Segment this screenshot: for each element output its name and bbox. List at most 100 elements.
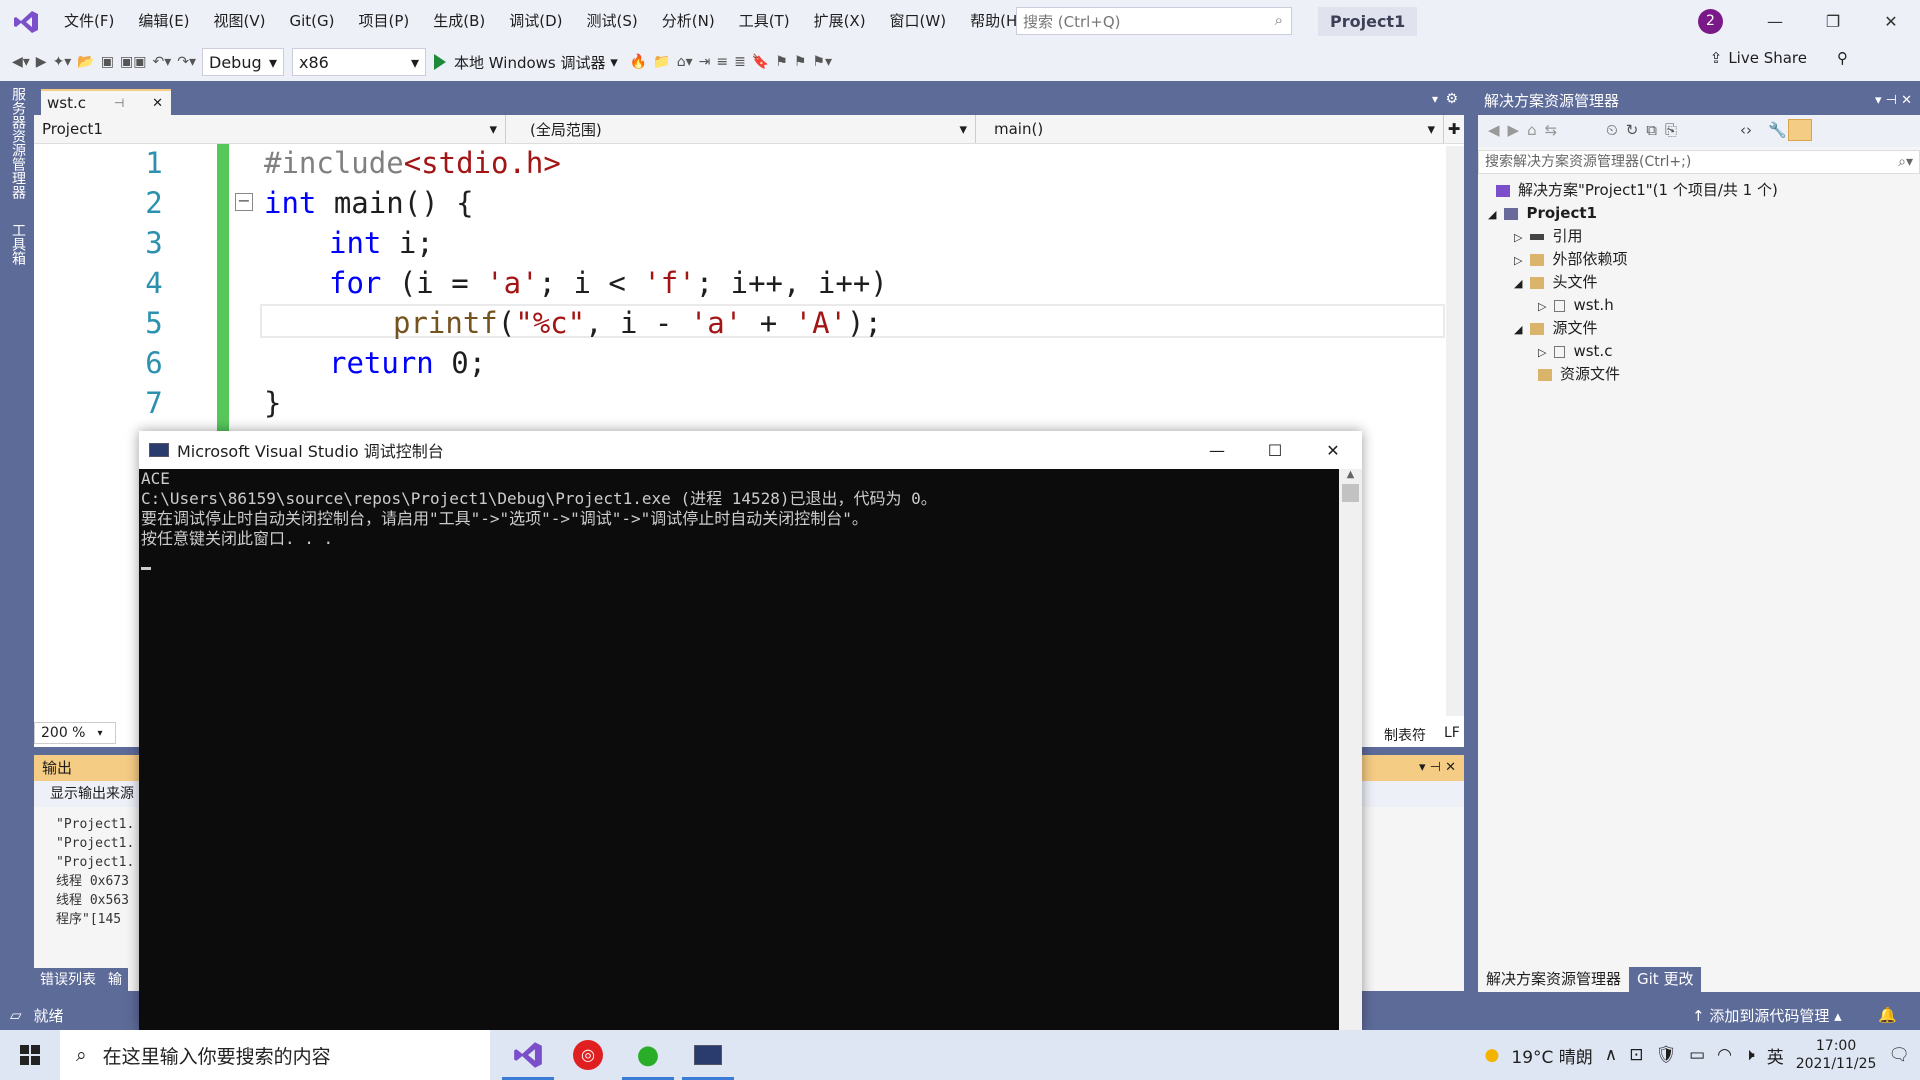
tree-item-wst-c[interactable]: ▷ wst.c [1478, 340, 1920, 363]
search-input[interactable]: 搜索 (Ctrl+Q) ⌕ [1016, 7, 1292, 35]
collapse-icon[interactable]: ▷ [1514, 231, 1522, 244]
menu-analyze[interactable]: 分析(N) [650, 0, 727, 43]
bookmark-icon[interactable]: 🔖 [752, 48, 769, 76]
weather-label[interactable]: 19°C 晴朗 [1511, 1043, 1592, 1068]
tab-solution-explorer[interactable]: 解决方案资源管理器 [1478, 967, 1630, 992]
preview-toggle-icon[interactable] [1788, 119, 1812, 141]
battery-icon[interactable]: ▭ [1689, 1045, 1705, 1065]
bell-icon[interactable]: 🔔 [1878, 1006, 1897, 1024]
minimize-icon[interactable]: — [1746, 0, 1804, 43]
windows-start-icon[interactable] [0, 1030, 60, 1080]
menu-view[interactable]: 视图(V) [202, 0, 278, 43]
minimize-icon[interactable]: — [1188, 431, 1246, 469]
forward-icon[interactable]: ▶ [36, 48, 47, 76]
tree-item-references[interactable]: ▷ 引用 [1478, 225, 1920, 248]
taskbar-console-icon[interactable] [678, 1030, 738, 1080]
undo-icon[interactable]: ↶▾ [152, 48, 171, 76]
menu-debug[interactable]: 调试(D) [497, 0, 574, 43]
step-icon[interactable]: ⇥ [699, 48, 711, 76]
tab-output[interactable]: 输 [102, 968, 128, 992]
source-control-button[interactable]: ↑ 添加到源代码管理 ▴ [1692, 1005, 1842, 1026]
member-dropdown[interactable]: main() ▾ [976, 115, 1444, 143]
tree-item-wst-h[interactable]: ▷ wst.h [1478, 294, 1920, 317]
back-icon[interactable]: ◀▾ [12, 48, 30, 76]
hot-reload-icon[interactable]: 🔥 [630, 48, 647, 76]
clock[interactable]: 17:00 2021/11/25 [1796, 1037, 1877, 1073]
toolbox-tab[interactable]: 工具箱 [8, 223, 28, 265]
close-icon[interactable]: ✕ [152, 96, 163, 111]
browser-icon[interactable]: ⌂▾ [677, 48, 693, 76]
collapse-icon[interactable]: ▷ [1538, 300, 1546, 313]
console-scrollbar[interactable]: ▲ [1339, 469, 1362, 1031]
live-share-button[interactable]: ⇪ Live Share ⚲ [1710, 49, 1848, 67]
maximize-icon[interactable]: ☐ [1246, 431, 1304, 469]
project-dropdown[interactable]: Project1 ▾ [34, 115, 506, 143]
nav-icons[interactable]: ◀▶⌂⇆ [1488, 121, 1565, 139]
save-icon[interactable]: ▣ [101, 48, 114, 76]
tab-git-changes[interactable]: Git 更改 [1629, 967, 1702, 992]
restore-icon[interactable]: ❐ [1804, 0, 1862, 43]
split-icon[interactable]: ✚ [1444, 115, 1464, 143]
tree-item-resource-files[interactable]: 资源文件 [1478, 363, 1920, 386]
tab-wst-c[interactable]: wst.c ⊣ ✕ [41, 89, 171, 115]
tab-overflow-icon[interactable]: ▾ [1432, 92, 1438, 106]
editor-scrollbar[interactable] [1446, 146, 1464, 716]
uncomment-icon[interactable]: ≣ [734, 48, 746, 76]
pin-icon[interactable]: ⊣ [114, 96, 124, 110]
menu-test[interactable]: 测试(S) [575, 0, 650, 43]
volume-icon[interactable]: 🕨 [1744, 1045, 1755, 1065]
tree-item-source-files[interactable]: ◢ 源文件 [1478, 317, 1920, 340]
menu-build[interactable]: 生成(B) [421, 0, 497, 43]
console-output[interactable]: ACE C:\Users\86159\source\repos\Project1\… [139, 469, 1339, 1031]
solution-search-input[interactable]: 搜索解决方案资源管理器(Ctrl+;) ⌕▾ [1478, 150, 1920, 174]
scroll-up-icon[interactable]: ▲ [1339, 469, 1362, 480]
expand-icon[interactable]: ◢ [1514, 323, 1522, 336]
menu-file[interactable]: 文件(F) [52, 0, 126, 43]
collapse-icon[interactable]: ▷ [1538, 346, 1546, 359]
menu-edit[interactable]: 编辑(E) [126, 0, 201, 43]
menu-project[interactable]: 项目(P) [347, 0, 422, 43]
start-debug-button[interactable]: 本地 Windows 调试器 ▾ [434, 52, 618, 73]
open-icon[interactable]: 📂 [77, 48, 94, 76]
taskbar-visual-studio-icon[interactable] [498, 1030, 558, 1080]
notification-badge[interactable]: 2 [1698, 9, 1723, 34]
security-icon[interactable]: 🛡 [1655, 1045, 1677, 1065]
tree-item-solution[interactable]: 解决方案"Project1"(1 个项目/共 1 个) [1478, 179, 1920, 202]
close-icon[interactable]: ▾ ⊣ ✕ [1875, 87, 1912, 115]
tree-item-external-deps[interactable]: ▷ 外部依赖项 [1478, 248, 1920, 271]
collapse-icon[interactable]: ▷ [1514, 254, 1522, 267]
tray-app-icon[interactable]: ⊡ [1629, 1045, 1643, 1065]
zoom-select[interactable]: 200 % ▾ [34, 722, 116, 744]
platform-select[interactable]: x86 ▾ [292, 48, 427, 76]
menu-tools[interactable]: 工具(T) [727, 0, 802, 43]
prev-bookmark-icon[interactable]: ⚑ [775, 48, 788, 76]
tab-error-list[interactable]: 错误列表 [34, 968, 102, 992]
code-view-icon[interactable]: ‹› [1740, 121, 1752, 139]
tray-chevron-icon[interactable]: ∧ [1605, 1045, 1617, 1065]
tree-item-project[interactable]: ◢ Project1 [1478, 202, 1920, 225]
clear-bookmark-icon[interactable]: ⚑▾ [812, 48, 832, 76]
expand-icon[interactable]: ◢ [1488, 208, 1496, 221]
wrench-icon[interactable]: 🔧 [1768, 121, 1787, 139]
close-icon[interactable]: ✕ [1304, 431, 1362, 469]
close-icon[interactable]: ✕ [1862, 0, 1920, 43]
taskbar-search-input[interactable]: ⌕ 在这里输入你要搜索的内容 [60, 1030, 490, 1080]
scroll-thumb[interactable] [1342, 484, 1359, 502]
close-icon[interactable]: ▾ ⊣ ✕ [1419, 755, 1456, 781]
save-all-icon[interactable]: ▣▣ [120, 48, 146, 76]
menu-extensions[interactable]: 扩展(X) [802, 0, 878, 43]
feedback-icon[interactable]: ⚲ [1837, 49, 1848, 67]
collapse-icon[interactable]: − [235, 193, 253, 211]
folder-icon[interactable]: 📁 [653, 48, 670, 76]
notification-icon[interactable]: 🗨 [1888, 1045, 1910, 1065]
comment-icon[interactable]: ≡ [716, 48, 728, 76]
server-explorer-tab[interactable]: 服务器资源管理器 [8, 87, 28, 199]
new-project-icon[interactable]: ✦▾ [53, 48, 72, 76]
ime-label[interactable]: 英 [1767, 1043, 1784, 1068]
config-select[interactable]: Debug ▾ [202, 48, 285, 76]
next-bookmark-icon[interactable]: ⚑ [794, 48, 807, 76]
taskbar-wechat-icon[interactable]: ● [618, 1030, 678, 1080]
tree-item-header-files[interactable]: ◢ 头文件 [1478, 271, 1920, 294]
gear-icon[interactable]: ⚙ [1445, 91, 1458, 107]
visual-studio-logo-icon[interactable] [0, 0, 52, 43]
